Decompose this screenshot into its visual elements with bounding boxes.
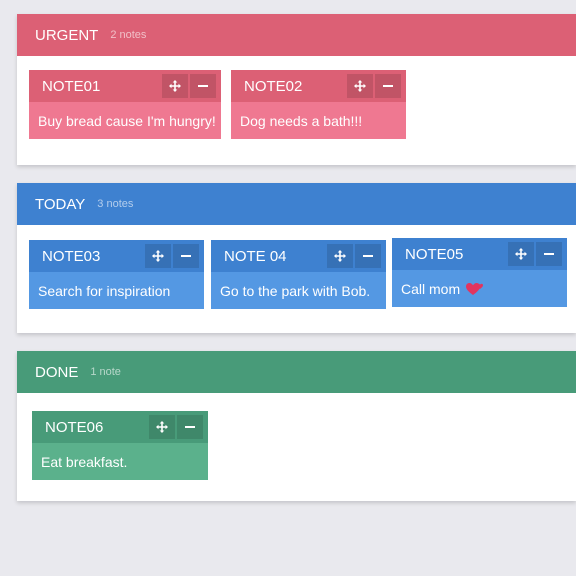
note-header[interactable]: NOTE01 xyxy=(29,70,221,102)
note-body[interactable]: Call mom xyxy=(392,270,567,307)
remove-button[interactable] xyxy=(173,244,199,268)
note-actions xyxy=(149,415,203,439)
remove-button[interactable] xyxy=(536,242,562,266)
note-card[interactable]: NOTE05 Call mom xyxy=(392,238,567,307)
note-card[interactable]: NOTE 04 Go to the park with Bob. xyxy=(211,240,386,309)
note-header[interactable]: NOTE02 xyxy=(231,70,406,102)
note-text: Eat breakfast. xyxy=(41,453,128,470)
move-icon xyxy=(334,250,346,262)
note-title: NOTE 04 xyxy=(224,247,287,265)
board-header: DONE 1 note xyxy=(17,351,576,393)
move-icon xyxy=(152,250,164,262)
note-body[interactable]: Dog needs a bath!!! xyxy=(231,102,406,139)
move-button[interactable] xyxy=(508,242,534,266)
note-text: Buy bread cause I'm hungry! xyxy=(38,112,216,129)
move-button[interactable] xyxy=(145,244,171,268)
remove-button[interactable] xyxy=(177,415,203,439)
move-icon xyxy=(156,421,168,433)
board-title: TODAY xyxy=(35,195,86,213)
note-header[interactable]: NOTE 04 xyxy=(211,240,386,272)
minus-icon xyxy=(363,255,373,257)
note-text: Go to the park with Bob. xyxy=(220,282,371,299)
note-card[interactable]: NOTE02 Dog needs a bath!!! xyxy=(231,70,406,139)
move-icon xyxy=(515,248,527,260)
remove-button[interactable] xyxy=(375,74,401,98)
board-header: URGENT 2 notes xyxy=(17,14,576,56)
note-actions xyxy=(327,244,381,268)
note-body[interactable]: Go to the park with Bob. xyxy=(211,272,386,309)
note-text: Dog needs a bath!!! xyxy=(240,112,363,129)
minus-icon xyxy=(544,253,554,255)
board-count: 1 note xyxy=(90,366,121,378)
remove-button[interactable] xyxy=(190,74,216,98)
note-actions xyxy=(162,74,216,98)
note-header[interactable]: NOTE03 xyxy=(29,240,204,272)
board-count: 2 notes xyxy=(110,29,147,41)
move-button[interactable] xyxy=(149,415,175,439)
note-title: NOTE05 xyxy=(405,245,464,263)
move-button[interactable] xyxy=(327,244,353,268)
note-card[interactable]: NOTE01 Buy bread cause I'm hungry! xyxy=(29,70,221,139)
note-title: NOTE06 xyxy=(45,418,104,436)
note-text: Search for inspiration xyxy=(38,282,171,299)
two-hearts-icon xyxy=(466,282,484,295)
note-card[interactable]: NOTE06 Eat breakfast. xyxy=(32,411,208,480)
note-title: NOTE03 xyxy=(42,247,101,265)
note-actions xyxy=(145,244,199,268)
minus-icon xyxy=(181,255,191,257)
note-title: NOTE01 xyxy=(42,77,101,95)
board-title: DONE xyxy=(35,363,79,381)
note-card[interactable]: NOTE03 Search for inspiration xyxy=(29,240,204,309)
move-button[interactable] xyxy=(162,74,188,98)
minus-icon xyxy=(383,85,393,87)
note-actions xyxy=(347,74,401,98)
board-title: URGENT xyxy=(35,26,99,44)
board-header: TODAY 3 notes xyxy=(17,183,576,225)
minus-icon xyxy=(198,85,208,87)
note-text: Call mom xyxy=(401,280,461,297)
note-body[interactable]: Eat breakfast. xyxy=(32,443,208,480)
note-title: NOTE02 xyxy=(244,77,303,95)
move-button[interactable] xyxy=(347,74,373,98)
move-icon xyxy=(354,80,366,92)
board-count: 3 notes xyxy=(97,198,134,210)
note-header[interactable]: NOTE05 xyxy=(392,238,567,270)
move-icon xyxy=(169,80,181,92)
minus-icon xyxy=(185,426,195,428)
note-body[interactable]: Buy bread cause I'm hungry! xyxy=(29,102,221,139)
remove-button[interactable] xyxy=(355,244,381,268)
note-actions xyxy=(508,242,562,266)
note-body[interactable]: Search for inspiration xyxy=(29,272,204,309)
note-header[interactable]: NOTE06 xyxy=(32,411,208,443)
